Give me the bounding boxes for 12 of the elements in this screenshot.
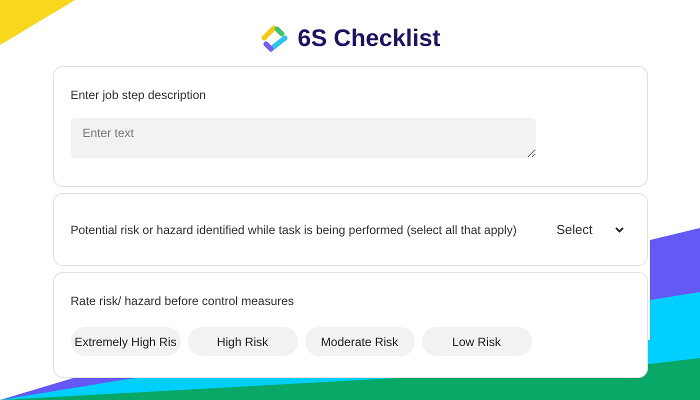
risk-option-button[interactable]: Low Risk xyxy=(422,327,532,356)
chevron-down-icon xyxy=(614,226,624,232)
rating-label: Rate risk/ hazard before control measures xyxy=(70,293,295,310)
job-step-label: Enter job step description xyxy=(70,87,207,104)
logo-icon xyxy=(260,24,290,54)
text-input-field[interactable]: Enter text xyxy=(70,118,536,158)
risk-option-button[interactable]: Extremely High Ris xyxy=(70,327,180,356)
app-title: 6S Checklist xyxy=(298,24,440,54)
select-dropdown[interactable]: Select xyxy=(556,220,630,240)
risk-option-button[interactable]: High Risk xyxy=(188,327,298,356)
risk-option-button[interactable]: Moderate Risk xyxy=(304,327,414,356)
risk-question-label: Potential risk or hazard identified while task is being performed (select all that apply) xyxy=(70,222,517,238)
